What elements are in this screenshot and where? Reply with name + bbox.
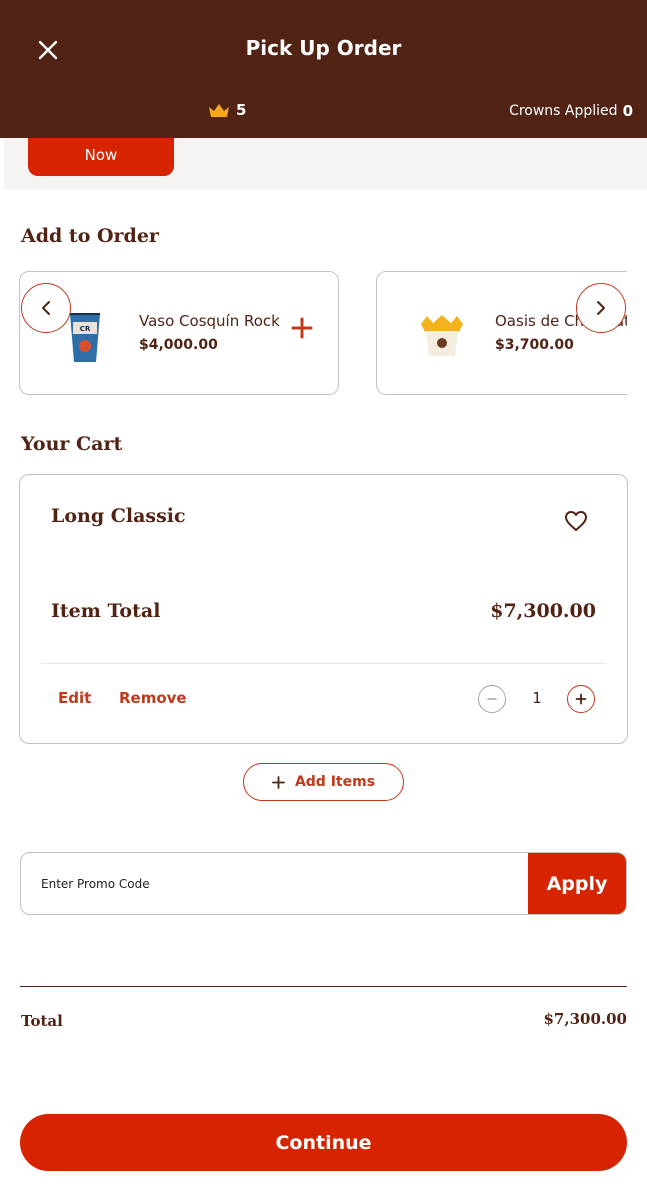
apply-button[interactable]: Apply: [528, 853, 626, 914]
minus-icon: [487, 698, 497, 700]
item-total-label: Item Total: [51, 600, 161, 622]
crowns-applied-label: Crowns Applied: [509, 103, 618, 119]
edit-link[interactable]: Edit: [58, 689, 91, 707]
crown-icon: [209, 103, 229, 117]
quantity-value: 1: [532, 689, 542, 707]
upsell-item-price: $4,000.00: [139, 337, 218, 353]
svg-text:CR: CR: [80, 325, 91, 333]
carousel-next-button[interactable]: [576, 283, 626, 333]
now-button-label: Now: [84, 146, 118, 164]
cart-item-card: Long Classic Item Total $7,300.00 Edit R…: [19, 474, 628, 744]
add-to-order-title: Add to Order: [21, 225, 159, 247]
cup-image: CR: [70, 313, 100, 362]
crowns-balance-value: 5: [236, 101, 247, 119]
dessert-cup-image: [421, 315, 463, 356]
add-item-plus-icon[interactable]: [290, 316, 314, 340]
increment-button[interactable]: [567, 685, 595, 713]
header-bar: Pick Up Order 5 Crowns Applied 0: [0, 0, 647, 138]
upsell-item-price: $3,700.00: [495, 337, 574, 353]
item-total-value: $7,300.00: [490, 600, 596, 622]
crowns-applied-value: 0: [622, 102, 633, 120]
plus-icon: [272, 775, 285, 789]
total-divider: [20, 986, 627, 987]
add-items-label: Add Items: [294, 774, 376, 790]
total-value: $7,300.00: [543, 1010, 627, 1028]
decrement-button[interactable]: [478, 685, 506, 713]
carousel-prev-button[interactable]: [21, 283, 71, 333]
add-items-button[interactable]: Add Items: [243, 763, 404, 801]
crowns-balance: 5: [208, 101, 246, 119]
plus-icon: [575, 693, 587, 705]
continue-button-label: Continue: [275, 1131, 372, 1154]
promo-code-input[interactable]: [21, 853, 530, 914]
heart-icon[interactable]: [564, 510, 588, 532]
total-label: Total: [21, 1012, 63, 1030]
remove-link[interactable]: Remove: [119, 689, 187, 707]
crowns-applied: Crowns Applied 0: [509, 102, 633, 120]
apply-button-label: Apply: [546, 872, 608, 895]
page-title: Pick Up Order: [245, 36, 402, 60]
cart-item-name: Long Classic: [51, 505, 186, 527]
now-button[interactable]: Now: [28, 138, 174, 176]
chevron-left-icon: [42, 301, 50, 315]
promo-code-box: Apply: [20, 852, 627, 915]
continue-button[interactable]: Continue: [20, 1114, 627, 1171]
chevron-right-icon: [597, 301, 605, 315]
upsell-item-name: Vaso Cosquín Rock: [139, 312, 280, 330]
divider: [41, 663, 606, 664]
your-cart-title: Your Cart: [21, 433, 123, 455]
